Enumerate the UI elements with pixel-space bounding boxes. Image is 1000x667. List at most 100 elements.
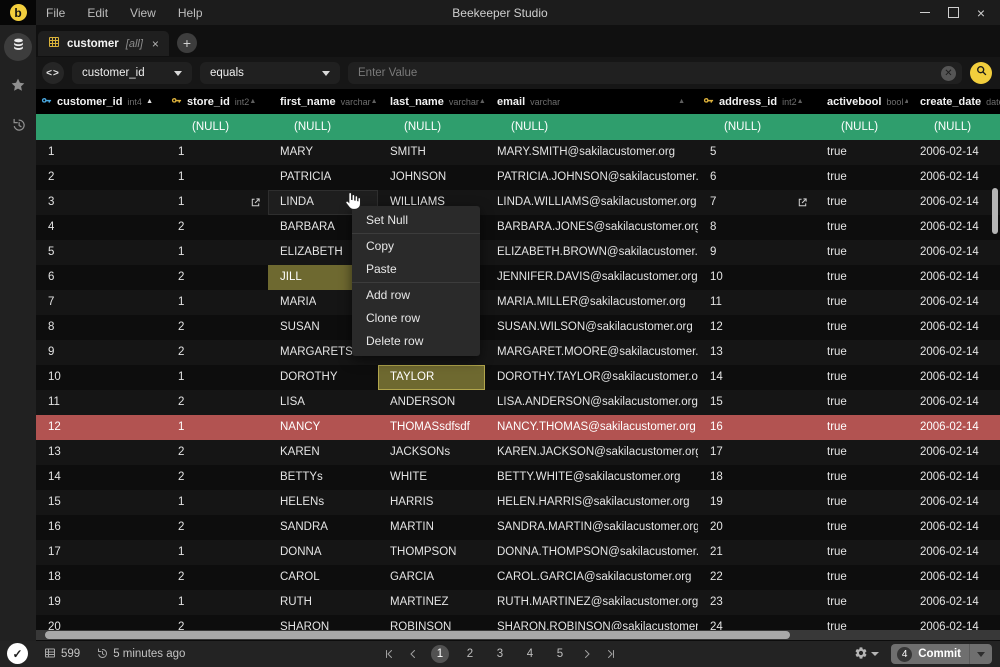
table-cell[interactable]: MARY.SMITH@sakilacustomer.org — [485, 140, 698, 165]
column-header-address_id[interactable]: address_idint2▲ — [698, 89, 815, 114]
table-cell[interactable]: NANCY.THOMAS@sakilacustomer.org — [485, 415, 698, 440]
table-cell[interactable]: 6 — [36, 265, 166, 290]
settings-menu[interactable] — [854, 646, 879, 663]
page-button-1[interactable]: 1 — [431, 645, 449, 663]
table-cell[interactable]: true — [815, 490, 908, 515]
table-cell[interactable]: true — [815, 240, 908, 265]
table-cell[interactable]: 8 — [698, 215, 815, 240]
table-cell[interactable]: 2 — [166, 340, 268, 365]
table-cell[interactable]: true — [815, 190, 908, 215]
table-cell[interactable]: 18 — [36, 565, 166, 590]
table-cell[interactable]: 1 — [166, 590, 268, 615]
table-cell[interactable]: 2006-02-14 — [908, 265, 1000, 290]
table-cell[interactable]: true — [815, 415, 908, 440]
commit-dropdown-icon[interactable] — [970, 652, 992, 657]
menu-view[interactable]: View — [130, 6, 156, 20]
table-cell[interactable]: 1 — [166, 490, 268, 515]
table-cell[interactable]: 18 — [698, 465, 815, 490]
column-header-customer_id[interactable]: customer_idint4▲ — [36, 89, 166, 114]
table-cell[interactable]: 2006-02-14 — [908, 415, 1000, 440]
new-tab-button[interactable]: + — [177, 33, 197, 53]
table-cell[interactable]: BARBARA.JONES@sakilacustomer.org — [485, 215, 698, 240]
table-cell[interactable]: 21 — [698, 540, 815, 565]
table-cell[interactable]: RUTH — [268, 590, 378, 615]
table-cell[interactable]: 2006-02-14 — [908, 390, 1000, 415]
table-cell[interactable]: 6 — [698, 165, 815, 190]
minimize-icon[interactable] — [918, 6, 932, 20]
filter-value-input[interactable] — [348, 62, 962, 84]
insert-row-cell[interactable] — [36, 114, 166, 140]
table-cell[interactable]: MARY — [268, 140, 378, 165]
column-header-activebool[interactable]: activeboolbool▲ — [815, 89, 908, 114]
scrollbar-thumb[interactable] — [45, 631, 790, 639]
table-cell[interactable]: 2 — [166, 565, 268, 590]
table-cell[interactable]: 2006-02-14 — [908, 365, 1000, 390]
table-cell[interactable]: 2 — [166, 515, 268, 540]
table-cell[interactable]: true — [815, 590, 908, 615]
table-cell[interactable]: MARGARET.MOORE@sakilacustomer.org — [485, 340, 698, 365]
table-cell[interactable]: LINDA.WILLIAMS@sakilacustomer.org — [485, 190, 698, 215]
table-cell[interactable]: 14 — [698, 365, 815, 390]
table-cell[interactable]: JENNIFER.DAVIS@sakilacustomer.org — [485, 265, 698, 290]
table-cell[interactable]: 22 — [698, 565, 815, 590]
table-cell[interactable]: DOROTHY.TAYLOR@sakilacustomer.org — [485, 365, 698, 390]
search-button[interactable] — [970, 62, 992, 84]
table-cell[interactable]: WHITE — [378, 465, 485, 490]
page-button-3[interactable]: 3 — [491, 645, 509, 663]
first-page-icon[interactable] — [383, 648, 395, 660]
table-cell[interactable]: SANDRA — [268, 515, 378, 540]
table-cell[interactable]: 2 — [36, 165, 166, 190]
table-cell[interactable]: THOMPSON — [378, 540, 485, 565]
insert-row-cell[interactable]: (NULL) — [698, 114, 815, 140]
table-cell[interactable]: 2 — [166, 465, 268, 490]
close-tab-icon[interactable]: × — [152, 38, 159, 50]
table-cell[interactable]: 1 — [36, 140, 166, 165]
table-cell[interactable]: 1 — [166, 290, 268, 315]
table-cell[interactable]: true — [815, 265, 908, 290]
table-cell[interactable]: 15 — [698, 390, 815, 415]
table-cell[interactable]: KAREN.JACKSON@sakilacustomer.org — [485, 440, 698, 465]
table-cell[interactable]: 16 — [36, 515, 166, 540]
insert-row-cell[interactable]: (NULL) — [166, 114, 268, 140]
sidebar-item-history[interactable] — [4, 113, 32, 141]
connection-check-icon[interactable]: ✓ — [7, 643, 28, 664]
prev-page-icon[interactable] — [407, 648, 419, 660]
table-cell[interactable]: 23 — [698, 590, 815, 615]
sort-arrow-icon[interactable]: ▲ — [249, 98, 256, 105]
table-cell[interactable]: 19 — [698, 490, 815, 515]
table-cell[interactable]: 1 — [166, 190, 268, 215]
close-icon[interactable]: × — [974, 6, 988, 20]
table-cell[interactable]: true — [815, 365, 908, 390]
table-cell[interactable]: 2006-02-14 — [908, 165, 1000, 190]
page-button-4[interactable]: 4 — [521, 645, 539, 663]
table-cell[interactable]: GARCIA — [378, 565, 485, 590]
table-cell[interactable]: 2 — [166, 265, 268, 290]
table-cell[interactable]: SMITH — [378, 140, 485, 165]
table-cell[interactable]: 5 — [698, 140, 815, 165]
table-cell[interactable]: 2006-02-14 — [908, 315, 1000, 340]
sort-arrow-icon[interactable]: ▲ — [678, 98, 685, 105]
table-cell[interactable]: MARIA.MILLER@sakilacustomer.org — [485, 290, 698, 315]
clear-filter-icon[interactable]: ✕ — [941, 66, 956, 81]
table-cell[interactable]: 12 — [36, 415, 166, 440]
column-header-email[interactable]: emailvarchar▲ — [485, 89, 698, 114]
table-cell[interactable]: JACKSONs — [378, 440, 485, 465]
table-cell[interactable]: JOHNSON — [378, 165, 485, 190]
table-cell[interactable]: PATRICIA — [268, 165, 378, 190]
table-cell[interactable]: DOROTHY — [268, 365, 378, 390]
column-header-last_name[interactable]: last_namevarchar▲ — [378, 89, 485, 114]
table-cell[interactable]: 8 — [36, 315, 166, 340]
table-cell[interactable]: DONNA.THOMPSON@sakilacustomer.org — [485, 540, 698, 565]
table-cell[interactable]: LISA.ANDERSON@sakilacustomer.org — [485, 390, 698, 415]
table-cell[interactable]: 15 — [36, 490, 166, 515]
table-cell[interactable]: 2 — [166, 215, 268, 240]
vertical-scrollbar[interactable] — [992, 188, 998, 234]
table-cell[interactable]: 2006-02-14 — [908, 340, 1000, 365]
insert-row-cell[interactable]: (NULL) — [485, 114, 698, 140]
context-menu-item-add-row[interactable]: Add row — [352, 284, 480, 307]
table-cell[interactable]: 1 — [166, 365, 268, 390]
sidebar-item-databases[interactable] — [4, 33, 32, 61]
table-cell[interactable]: ELIZABETH.BROWN@sakilacustomer.org — [485, 240, 698, 265]
table-cell[interactable]: 9 — [698, 240, 815, 265]
table-cell[interactable]: SUSAN.WILSON@sakilacustomer.org — [485, 315, 698, 340]
